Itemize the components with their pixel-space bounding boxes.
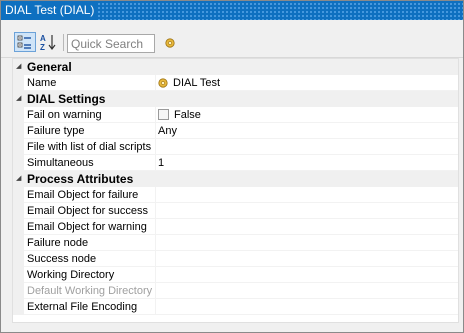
property-row-external-file-encoding[interactable]: External File Encoding (13, 299, 458, 315)
property-name: Success node (27, 253, 97, 265)
property-row-default-working-directory: Default Working Directory (13, 283, 458, 299)
property-name: Fail on warning (27, 109, 102, 121)
property-row-fail-on-warning[interactable]: Fail on warning False (13, 107, 458, 123)
svg-text:Z: Z (40, 43, 45, 52)
category-label: Process Attributes (27, 172, 134, 186)
collapse-icon[interactable]: ◢ (16, 59, 21, 75)
property-name: Name (27, 77, 57, 89)
svg-text:A: A (40, 34, 46, 43)
property-row-simultaneous[interactable]: Simultaneous 1 (13, 155, 458, 171)
object-icon (158, 78, 168, 88)
property-name: File with list of dial scripts (27, 141, 152, 153)
window-title: DIAL Test (DIAL) (1, 1, 99, 20)
property-row-email-warning[interactable]: Email Object for warning (13, 219, 458, 235)
checkbox-label: False (174, 109, 201, 121)
property-row-email-success[interactable]: Email Object for success (13, 203, 458, 219)
property-name: Email Object for failure (27, 189, 139, 201)
property-name: Working Directory (27, 269, 115, 281)
category-dial-settings[interactable]: ◢ DIAL Settings (13, 91, 458, 107)
collapse-icon[interactable]: ◢ (16, 171, 21, 187)
property-row-working-directory[interactable]: Working Directory (13, 267, 458, 283)
property-row-dial-scripts-file[interactable]: File with list of dial scripts (13, 139, 458, 155)
properties-window: DIAL Test (DIAL) A Z Quick Search ◢ Gene… (0, 0, 464, 333)
property-row-success-node[interactable]: Success node (13, 251, 458, 267)
category-process-attributes[interactable]: ◢ Process Attributes (13, 171, 458, 187)
property-name: Default Working Directory (27, 285, 153, 297)
categorized-view-icon (17, 35, 31, 49)
alphabetical-sort-icon: A Z (40, 34, 56, 52)
categorized-view-button[interactable] (14, 32, 36, 52)
property-row-failure-type[interactable]: Failure type Any (13, 123, 458, 139)
quick-search-input[interactable] (67, 34, 155, 53)
property-value[interactable]: Any (158, 123, 458, 139)
property-name: Email Object for success (27, 205, 149, 217)
category-general[interactable]: ◢ General (13, 59, 458, 75)
property-name: External File Encoding (27, 301, 138, 313)
property-row-failure-node[interactable]: Failure node (13, 235, 458, 251)
property-pages-icon[interactable] (165, 38, 175, 48)
alphabetical-sort-button[interactable]: A Z (38, 32, 60, 52)
property-grid: ◢ General Name DIAL Test ◢ DIAL Settings… (12, 58, 459, 323)
property-name: Failure type (27, 125, 85, 137)
property-row-email-failure[interactable]: Email Object for failure (13, 187, 458, 203)
property-row-name[interactable]: Name DIAL Test (13, 75, 458, 91)
toolbar: A Z (1, 20, 463, 58)
collapse-icon[interactable]: ◢ (16, 91, 21, 107)
title-bar[interactable]: DIAL Test (DIAL) (1, 1, 463, 20)
category-label: DIAL Settings (27, 92, 106, 106)
category-label: General (27, 60, 72, 74)
property-value[interactable]: 1 (158, 155, 458, 171)
name-value: DIAL Test (173, 77, 221, 89)
property-name: Simultaneous (27, 157, 94, 169)
property-name: Email Object for warning (27, 221, 147, 233)
toolbar-separator (63, 34, 64, 51)
fail-on-warning-checkbox[interactable] (158, 109, 169, 120)
property-name: Failure node (27, 237, 89, 249)
